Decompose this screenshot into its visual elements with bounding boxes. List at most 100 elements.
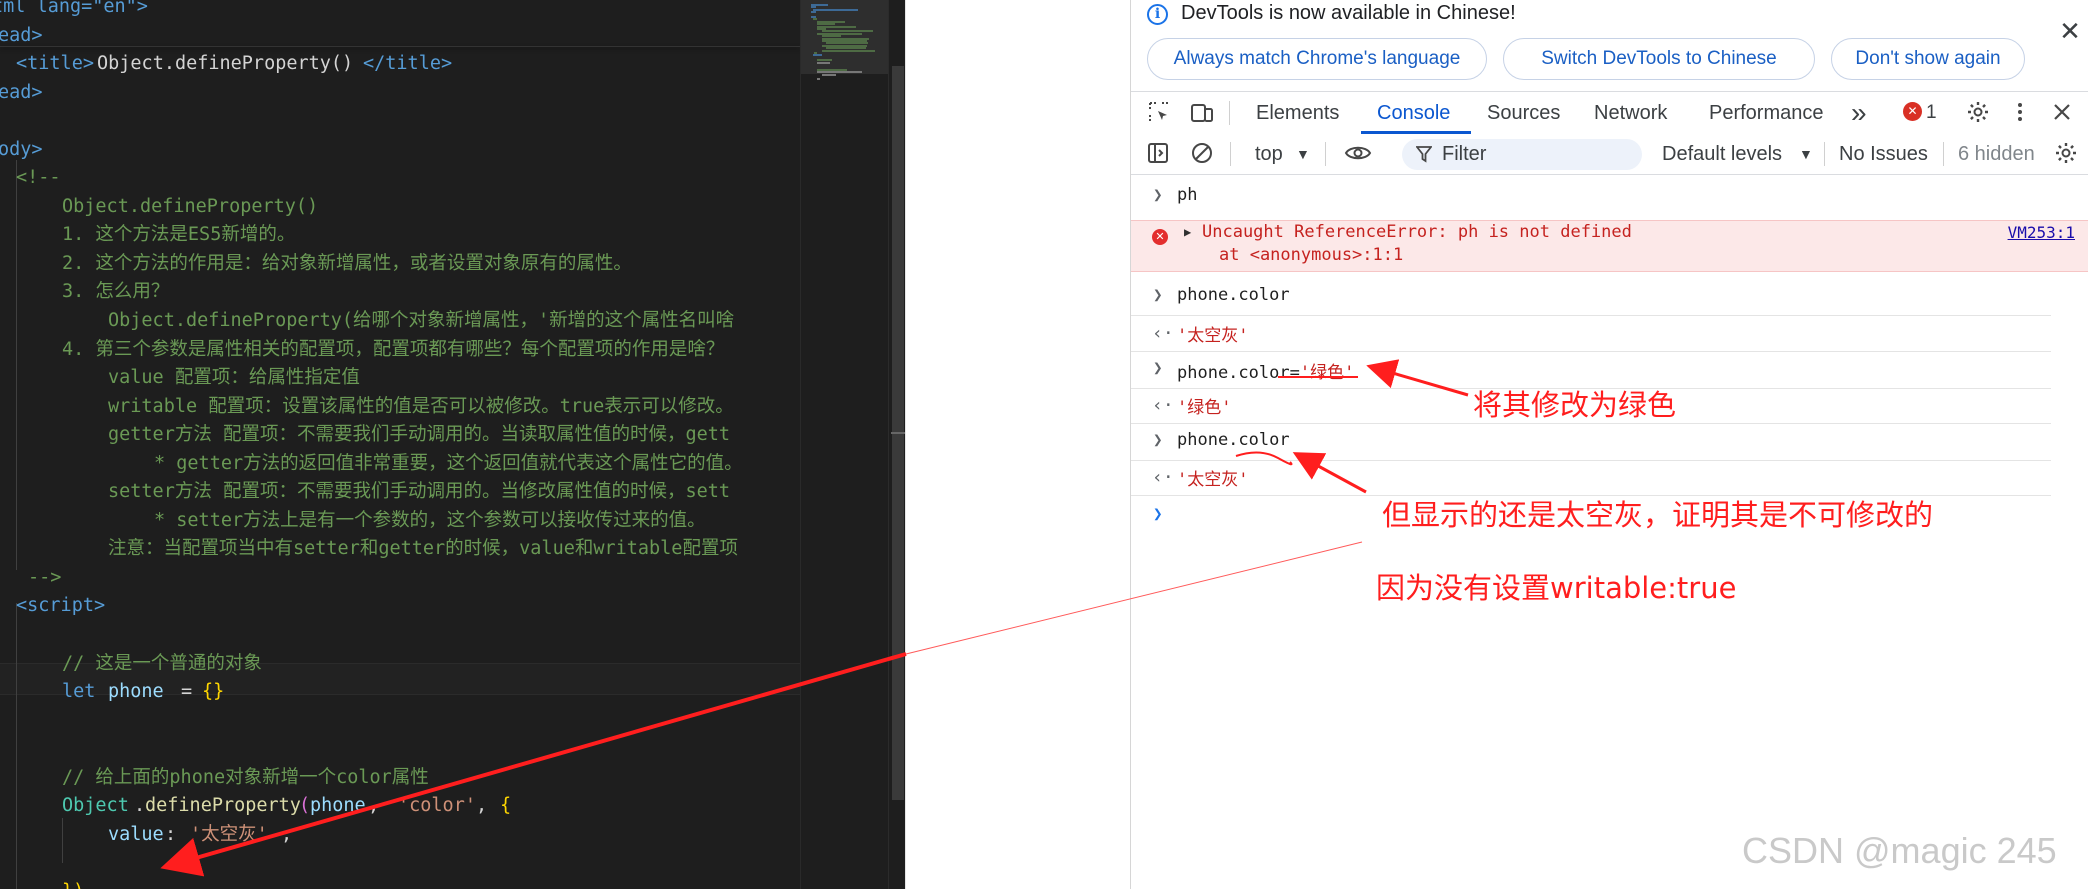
code-token: , xyxy=(476,795,488,817)
code-line: }) xyxy=(0,878,800,889)
annotation-still-gray: 但显示的还是太空灰，证明其是不可修改的 xyxy=(1382,498,1934,532)
toolbar-separator xyxy=(1325,142,1326,166)
code-token: * setter方法上是有一个参数的，这个参数可以接收传过来的值。 xyxy=(154,509,706,531)
tab-sources[interactable]: Sources xyxy=(1487,92,1560,134)
code-line: 1. 这个方法是ES5新增的。 xyxy=(0,221,800,250)
console-output-row: ‹· '太空灰' xyxy=(1131,459,2051,495)
filter-input[interactable]: Filter xyxy=(1402,139,1642,170)
code-line: 2. 这个方法的作用是：给对象新增属性，或者设置对象原有的属性。 xyxy=(0,250,800,279)
tab-separator xyxy=(1229,101,1230,125)
device-toolbar-icon[interactable] xyxy=(1189,100,1215,126)
code-line: let phone = {} xyxy=(0,678,800,707)
code-token: value xyxy=(108,823,164,845)
tab-console[interactable]: Console xyxy=(1377,92,1450,134)
console-output-text: '太空灰' xyxy=(1177,470,1249,490)
minimap-line xyxy=(821,49,875,52)
code-token: // 给上面的phone对象新增一个color属性 xyxy=(62,766,429,788)
tab-performance[interactable]: Performance xyxy=(1709,92,1824,134)
code-token: Object.defineProperty() xyxy=(62,195,319,217)
more-options-icon[interactable] xyxy=(2007,100,2033,126)
live-expression-eye-icon[interactable] xyxy=(1344,141,1372,167)
console-input-row[interactable]: ❯ ph xyxy=(1131,185,2051,211)
code-line: 4. 第三个参数是属性相关的配置项，配置项都有哪些？每个配置项的作用是啥？ xyxy=(0,336,800,365)
code-token: , xyxy=(368,795,380,817)
chevron-right-icon: ❯ xyxy=(1153,185,1163,204)
filter-placeholder: Filter xyxy=(1442,143,1487,165)
sticky-scroll-border xyxy=(0,46,800,47)
code-token: ody> xyxy=(0,138,43,160)
code-line: 注意：当配置项当中有setter和getter的时候，value和writabl… xyxy=(0,535,800,564)
context-selector[interactable]: top xyxy=(1255,134,1283,174)
context-dropdown-icon[interactable]: ▼ xyxy=(1296,134,1310,174)
error-source-link[interactable]: VM253:1 xyxy=(2008,223,2075,242)
more-tabs-icon[interactable]: » xyxy=(1851,92,1867,134)
code-line: --> xyxy=(0,564,800,593)
code-token: ead> xyxy=(0,81,43,103)
code-line: * setter方法上是有一个参数的，这个参数可以接收传过来的值。 xyxy=(0,507,800,536)
code-token: = xyxy=(181,681,193,703)
console-input-row[interactable]: ❯ phone.color xyxy=(1131,423,2051,461)
expand-triangle-icon[interactable]: ▶ xyxy=(1184,225,1191,239)
console-input-row[interactable]: ❯ phone.color xyxy=(1131,279,2051,316)
always-match-language-button[interactable]: Always match Chrome's language xyxy=(1147,38,1487,80)
code-token: }) xyxy=(62,878,84,889)
return-arrow-icon: ‹· xyxy=(1152,467,1174,488)
levels-dropdown-icon[interactable]: ▼ xyxy=(1799,134,1813,174)
code-line: // 给上面的phone对象新增一个color属性 xyxy=(0,764,800,793)
code-token: setter方法 配置项：不需要我们手动调用的。当修改属性值的时候，sett xyxy=(108,481,731,503)
code-token: tml lang="en"> xyxy=(0,0,148,17)
code-editor[interactable]: tml lang="en"> ead> <title> Object.definePr… xyxy=(0,0,905,889)
switch-to-chinese-button[interactable]: Switch DevTools to Chinese xyxy=(1503,38,1815,80)
settings-gear-icon[interactable] xyxy=(1965,100,1991,126)
console-output-row: ‹· '太空灰' xyxy=(1131,315,2051,351)
code-token: {} xyxy=(202,681,225,703)
code-line: Object. defineProperty(phone,'color',{ xyxy=(0,792,800,821)
code-line: getter方法 配置项：不需要我们手动调用的。当读取属性值的时候，gett xyxy=(0,421,800,450)
dont-show-again-button[interactable]: Don't show again xyxy=(1831,38,2025,80)
error-count[interactable]: 1 xyxy=(1926,92,1937,134)
watermark: CSDN @magic 245 xyxy=(1742,830,2057,871)
clear-console-icon[interactable] xyxy=(1189,141,1215,167)
minimap[interactable] xyxy=(800,0,889,889)
annotation-no-writable: 因为没有设置writable:true xyxy=(1376,571,1737,605)
code-line: 3. 怎么用？ xyxy=(0,278,800,307)
error-count-icon[interactable]: ✕ xyxy=(1903,102,1922,121)
language-infobar: i DevTools is now available in Chinese! … xyxy=(1131,0,2088,84)
inspect-element-icon[interactable] xyxy=(1146,100,1172,126)
return-arrow-icon: ‹· xyxy=(1152,395,1174,416)
code-token: '太空灰' xyxy=(190,823,268,845)
code-token: getter方法 配置项：不需要我们手动调用的。当读取属性值的时候，gett xyxy=(108,424,731,446)
code-line: value: '太空灰', xyxy=(0,821,800,850)
toolbar-separator xyxy=(1824,142,1825,166)
tab-elements[interactable]: Elements xyxy=(1256,92,1339,134)
close-devtools-icon[interactable] xyxy=(2049,100,2075,126)
editor-scrollbar[interactable] xyxy=(888,0,905,889)
error-message: Uncaught ReferenceError: ph is not defin… xyxy=(1202,222,1632,242)
tab-network[interactable]: Network xyxy=(1594,92,1667,134)
code-token: phone xyxy=(108,681,164,703)
filter-icon xyxy=(1416,146,1432,163)
code-token: // 这是一个普通的对象 xyxy=(62,652,262,674)
code-token: </title> xyxy=(363,53,453,75)
issues-counter[interactable]: No Issues xyxy=(1839,134,1928,174)
chevron-right-icon: ❯ xyxy=(1153,285,1163,304)
info-icon: i xyxy=(1147,4,1168,25)
infobar-close-icon[interactable]: ✕ xyxy=(2057,19,2083,45)
code-line: <title> Object.defineProperty() </title> xyxy=(0,50,800,79)
log-levels-dropdown[interactable]: Default levels xyxy=(1662,134,1782,174)
code-line: Object.defineProperty(给哪个对象新增属性，'新增的这个属性… xyxy=(0,307,800,336)
console-input-text: phone.color='绿色' xyxy=(1177,363,1355,383)
code-token: 注意：当配置项当中有setter和getter的时候，value和writabl… xyxy=(108,538,738,560)
code-token: 4. 第三个参数是属性相关的配置项，配置项都有哪些？每个配置项的作用是啥？ xyxy=(62,338,725,360)
console-toolbar: top ▼ Filter Default levels ▼ No Issues … xyxy=(1131,134,2088,175)
console-settings-icon[interactable] xyxy=(2053,141,2079,167)
console-error-row[interactable]: ✕ ▶ Uncaught ReferenceError: ph is not d… xyxy=(1131,220,2088,272)
code-token: <script> xyxy=(16,595,106,617)
code-token: 3. 怎么用？ xyxy=(62,281,170,303)
code-token: 'color' xyxy=(398,795,476,817)
sidebar-toggle-icon[interactable] xyxy=(1145,141,1171,167)
